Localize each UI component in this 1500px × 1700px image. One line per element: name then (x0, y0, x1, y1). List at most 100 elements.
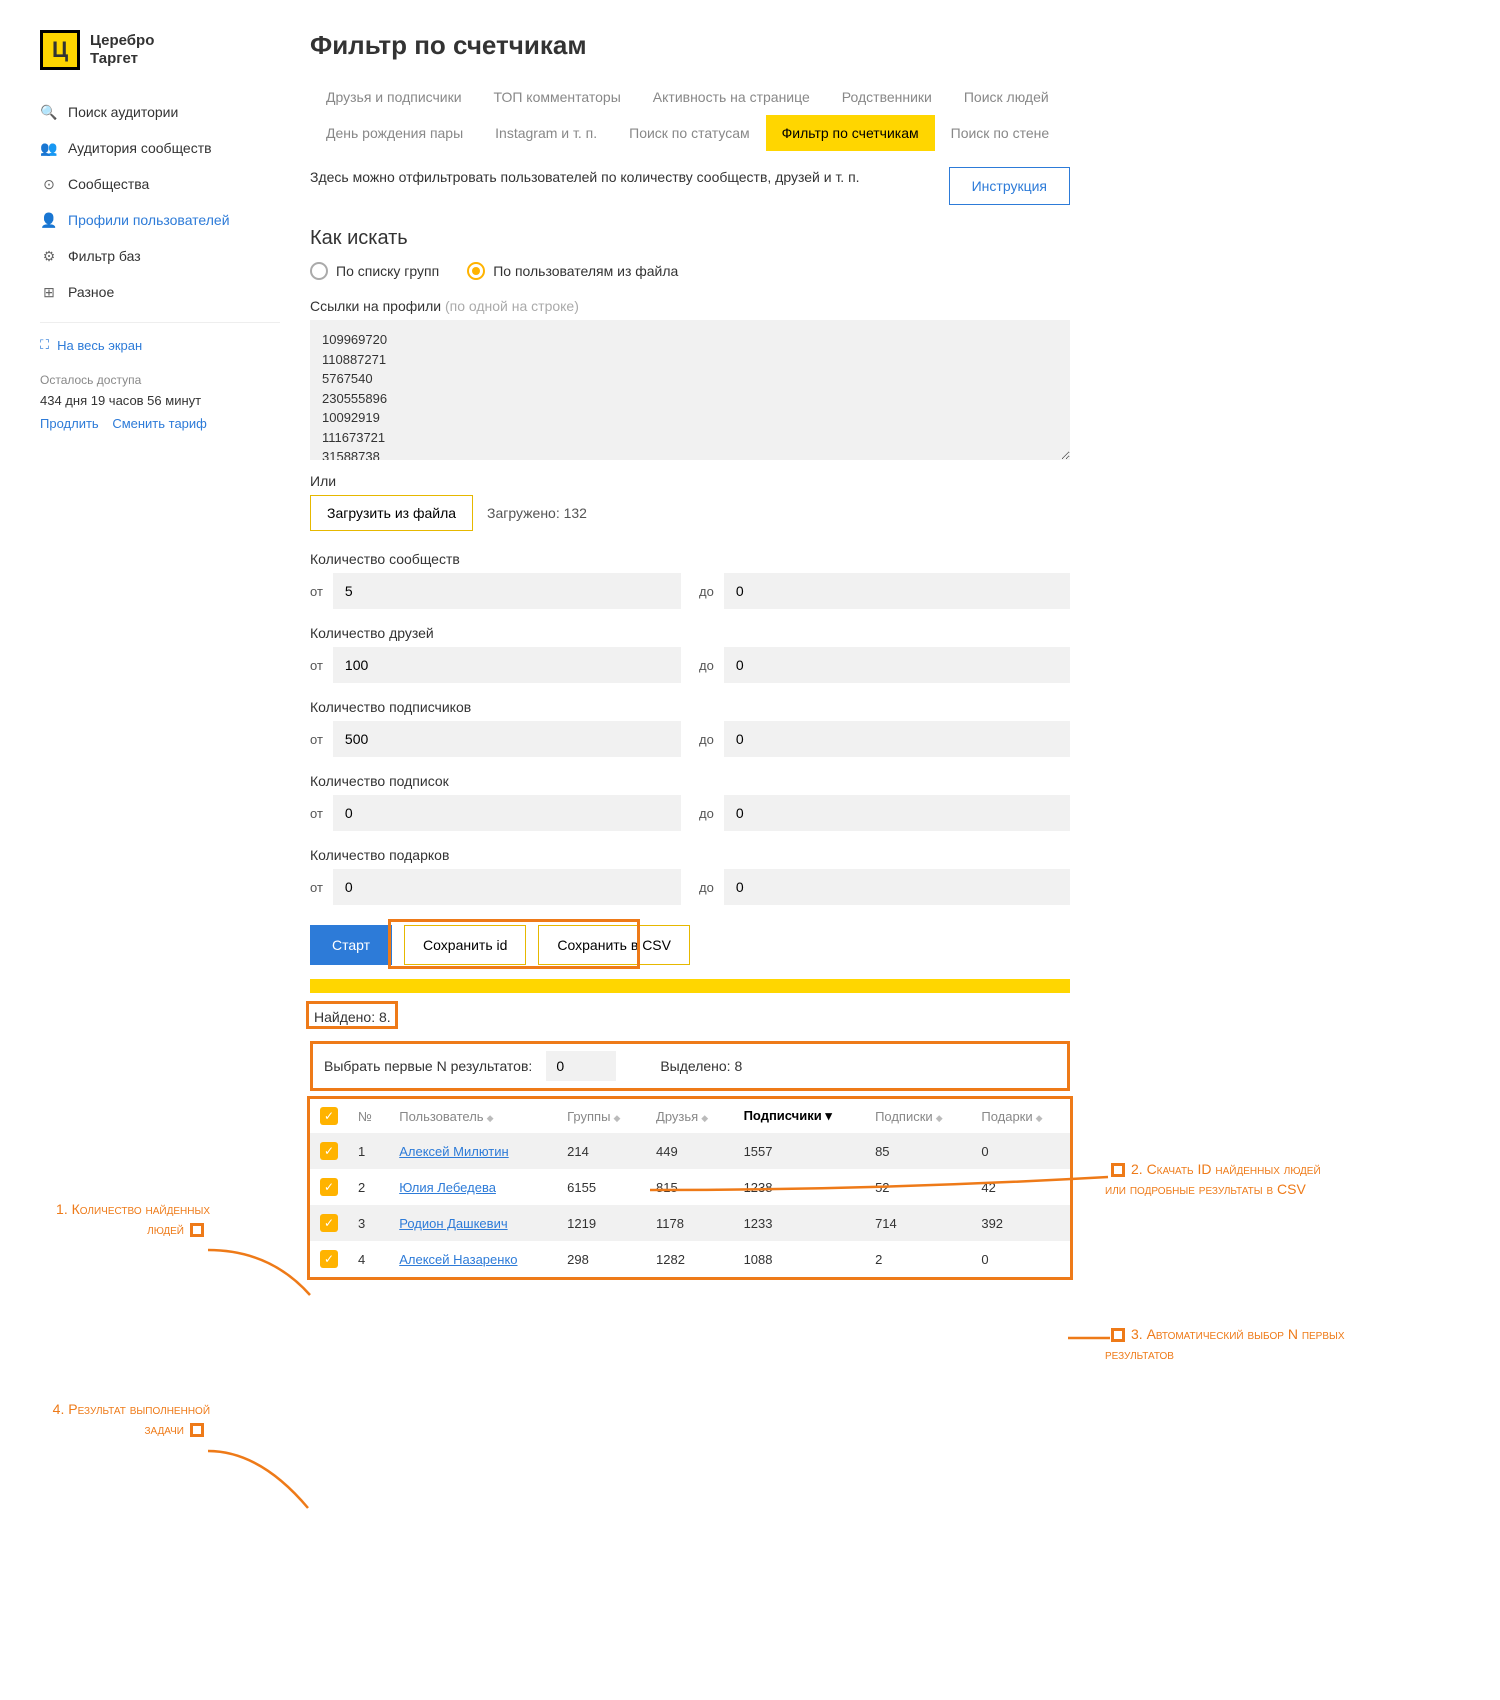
access-links: Продлить Сменить тариф (40, 416, 280, 431)
user-link[interactable]: Алексей Назаренко (399, 1252, 517, 1267)
range-label: Количество подарков (310, 847, 1070, 863)
range-to-input[interactable] (724, 647, 1070, 683)
tab[interactable]: Родственники (826, 79, 948, 115)
cell-friends: 449 (646, 1133, 734, 1169)
to-label: до (699, 584, 714, 599)
page-title: Фильтр по счетчикам (310, 30, 1070, 61)
radio-by-file[interactable]: По пользователям из файла (467, 262, 678, 280)
extend-link[interactable]: Продлить (40, 416, 99, 431)
cell-num: 4 (348, 1241, 389, 1277)
range-from-input[interactable] (333, 795, 681, 831)
progress-bar (310, 979, 1070, 993)
tab[interactable]: Поиск людей (948, 79, 1065, 115)
row-checkbox[interactable]: ✓ (320, 1142, 338, 1160)
table-row: ✓ 3 Родион Дашкевич 1219 1178 1233 714 3… (310, 1205, 1070, 1241)
tab[interactable]: Instagram и т. п. (479, 115, 613, 151)
main: Фильтр по счетчикам Друзья и подписчикиТ… (310, 30, 1070, 1277)
upload-file-button[interactable]: Загрузить из файла (310, 495, 473, 531)
nav: 🔍Поиск аудитории👥Аудитория сообществ⊙Соо… (40, 94, 280, 310)
range-from-input[interactable] (333, 721, 681, 757)
user-link[interactable]: Юлия Лебедева (399, 1180, 496, 1195)
range-label: Количество подписчиков (310, 699, 1070, 715)
col-gifts[interactable]: Подарки◆ (971, 1099, 1070, 1133)
change-plan-link[interactable]: Сменить тариф (112, 416, 207, 431)
fullscreen-link[interactable]: ⛶ На весь экран (40, 322, 280, 363)
tab[interactable]: Активность на странице (637, 79, 826, 115)
profiles-textarea[interactable] (310, 320, 1070, 460)
search-heading: Как искать (310, 227, 1070, 250)
sidebar-item[interactable]: ⊞Разное (40, 274, 280, 310)
select-all-checkbox[interactable]: ✓ (320, 1107, 338, 1125)
sort-icon: ◆ (613, 1113, 620, 1123)
nav-icon: 🔍 (40, 103, 58, 121)
cell-subs: 85 (865, 1133, 971, 1169)
range-from-input[interactable] (333, 647, 681, 683)
annotation-2: 2. Скачать ID найденных людей или подроб… (1105, 1160, 1335, 1199)
instruction-button[interactable]: Инструкция (949, 167, 1070, 205)
to-label: до (699, 880, 714, 895)
col-user[interactable]: Пользователь◆ (389, 1099, 557, 1133)
tab[interactable]: Фильтр по счетчикам (766, 115, 935, 151)
sidebar-item[interactable]: ⚙Фильтр баз (40, 238, 280, 274)
tabs: Друзья и подписчикиТОП комментаторыАктив… (310, 79, 1070, 151)
range-to-input[interactable] (724, 795, 1070, 831)
radio-icon (310, 262, 328, 280)
tab[interactable]: День рождения пары (310, 115, 479, 151)
user-link[interactable]: Родион Дашкевич (399, 1216, 507, 1231)
user-link[interactable]: Алексей Милютин (399, 1144, 508, 1159)
from-label: от (310, 880, 323, 895)
cell-friends: 1282 (646, 1241, 734, 1277)
or-text: Или (310, 473, 1070, 489)
col-num[interactable]: № (348, 1099, 389, 1133)
col-followers[interactable]: Подписчики ▾ (734, 1099, 865, 1133)
table-header-row: ✓ № Пользователь◆ Группы◆ Друзья◆ Подпис… (310, 1099, 1070, 1133)
tab[interactable]: Друзья и подписчики (310, 79, 478, 115)
cell-num: 2 (348, 1169, 389, 1205)
sidebar-item[interactable]: 👤Профили пользователей (40, 202, 280, 238)
cell-groups: 1219 (557, 1205, 646, 1241)
col-subs[interactable]: Подписки◆ (865, 1099, 971, 1133)
tab[interactable]: ТОП комментаторы (478, 79, 637, 115)
annotation-1: 1. Количество найденных людей (30, 1200, 210, 1239)
sidebar-item[interactable]: 👥Аудитория сообществ (40, 130, 280, 166)
col-friends[interactable]: Друзья◆ (646, 1099, 734, 1133)
row-checkbox[interactable]: ✓ (320, 1250, 338, 1268)
nav-icon: ⚙ (40, 247, 58, 265)
logo-line1: Церебро (90, 32, 154, 49)
fullscreen-label: На весь экран (57, 338, 142, 353)
sort-icon: ◆ (1036, 1113, 1043, 1123)
nav-icon: 👥 (40, 139, 58, 157)
radio-by-groups[interactable]: По списку групп (310, 262, 439, 280)
access-caption: Осталось доступа (40, 373, 280, 387)
sort-icon: ◆ (487, 1113, 494, 1123)
logo-text: Церебро Таргет (90, 32, 154, 68)
tab[interactable]: Поиск по статусам (613, 115, 766, 151)
cell-followers: 1238 (734, 1169, 865, 1205)
found-row: Найдено: 8. (310, 1007, 1070, 1027)
range-to-input[interactable] (724, 721, 1070, 757)
nav-label: Профили пользователей (68, 212, 230, 228)
cell-friends: 815 (646, 1169, 734, 1205)
start-button[interactable]: Старт (310, 925, 392, 965)
range-from-input[interactable] (333, 573, 681, 609)
sidebar-item[interactable]: ⊙Сообщества (40, 166, 280, 202)
select-first-input[interactable] (546, 1051, 616, 1081)
cell-gifts: 42 (971, 1169, 1070, 1205)
action-row: Старт Сохранить id Сохранить в CSV (310, 925, 1070, 965)
profiles-hint: (по одной на строке) (445, 298, 579, 314)
results-table: ✓ № Пользователь◆ Группы◆ Друзья◆ Подпис… (310, 1099, 1070, 1277)
tab[interactable]: Поиск по стене (935, 115, 1066, 151)
row-checkbox[interactable]: ✓ (320, 1214, 338, 1232)
range-from-input[interactable] (333, 869, 681, 905)
cell-groups: 6155 (557, 1169, 646, 1205)
col-groups[interactable]: Группы◆ (557, 1099, 646, 1133)
row-checkbox[interactable]: ✓ (320, 1178, 338, 1196)
sidebar-item[interactable]: 🔍Поиск аудитории (40, 94, 280, 130)
logo-icon: Ц (40, 30, 80, 70)
range-to-input[interactable] (724, 869, 1070, 905)
save-csv-button[interactable]: Сохранить в CSV (538, 925, 690, 965)
cell-subs: 52 (865, 1169, 971, 1205)
save-id-button[interactable]: Сохранить id (404, 925, 526, 965)
range-to-input[interactable] (724, 573, 1070, 609)
to-label: до (699, 658, 714, 673)
